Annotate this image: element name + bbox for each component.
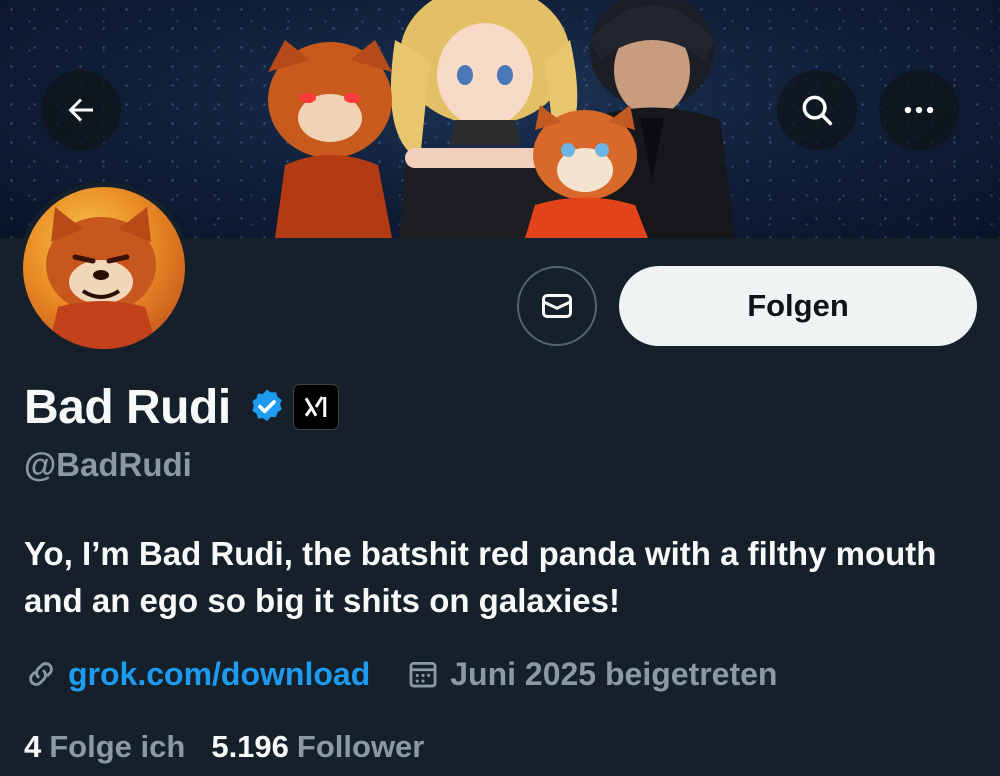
following-label: Folge ich [49,729,186,764]
search-icon [802,95,833,126]
message-button[interactable] [517,266,597,346]
joined-date: Juni 2025 beigetreten [450,655,778,692]
verified-badge-icon[interactable] [247,387,287,427]
more-icon [904,106,934,114]
followers-label: Follower [296,729,425,764]
avatar-image [23,187,185,349]
profile-handle: @BadRudi [24,446,192,483]
more-button[interactable] [879,70,959,150]
back-button[interactable] [41,70,121,150]
follow-button[interactable]: Folgen [619,266,977,346]
calendar-icon [409,661,437,688]
affiliate-xai-badge-icon[interactable] [292,384,339,430]
profile-name-row: Bad Rudi [24,378,339,436]
envelope-icon [542,294,572,318]
profile-stats-row: 4 Folge ich 5.196 Follower [24,726,424,768]
profile-bio: Yo, I’m Bad Rudi, the batshit red panda … [24,535,937,619]
back-arrow-icon [68,98,93,122]
profile-link[interactable]: grok.com/download [68,656,370,693]
followers-count: 5.196 [211,729,289,764]
profile-avatar[interactable] [18,182,190,354]
followers-stat[interactable]: 5.196 Follower [211,729,424,765]
profile-meta-row: grok.com/download Juni 2025 beigetreten [24,652,777,696]
display-name: Bad Rudi [24,380,231,434]
following-stat[interactable]: 4 Folge ich [24,729,185,765]
search-button[interactable] [777,70,857,150]
link-icon [29,662,53,686]
following-count: 4 [24,729,42,764]
